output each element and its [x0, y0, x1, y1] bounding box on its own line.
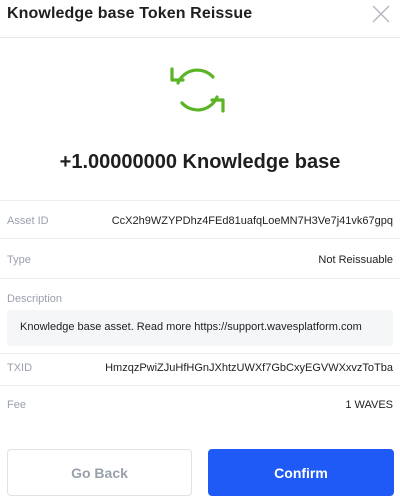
divider [0, 278, 400, 279]
description-label: Description [7, 293, 63, 305]
confirm-button[interactable]: Confirm [208, 449, 394, 496]
dialog-header: Knowledge base Token Reissue [0, 0, 400, 38]
type-value: Not Reissuable [318, 254, 393, 266]
reissue-amount: +1.00000000 Knowledge base [59, 151, 341, 173]
description-box: Knowledge base asset. Read more https://… [7, 310, 393, 346]
refresh-icon [169, 63, 226, 117]
close-icon[interactable] [370, 3, 392, 25]
divider [0, 238, 400, 239]
dialog-title: Knowledge base Token Reissue [7, 5, 253, 22]
asset-id-label: Asset ID [7, 215, 49, 227]
go-back-button[interactable]: Go Back [7, 449, 192, 496]
divider [0, 385, 400, 386]
type-label: Type [7, 254, 31, 266]
fee-value: 1 WAVES [345, 399, 393, 411]
divider [0, 353, 400, 354]
txid-label: TXID [7, 362, 33, 374]
txid-value: HmzqzPwiZJuHfHGnJXhtzUWXf7GbCxyEGVWXxvzT… [105, 362, 393, 374]
description-value: Knowledge base asset. Read more https://… [20, 321, 362, 333]
fee-label: Fee [7, 399, 26, 411]
divider [0, 200, 400, 201]
asset-id-value: CcX2h9WZYPDhz4FEd81uafqLoeMN7H3Ve7j41vk6… [111, 215, 393, 227]
